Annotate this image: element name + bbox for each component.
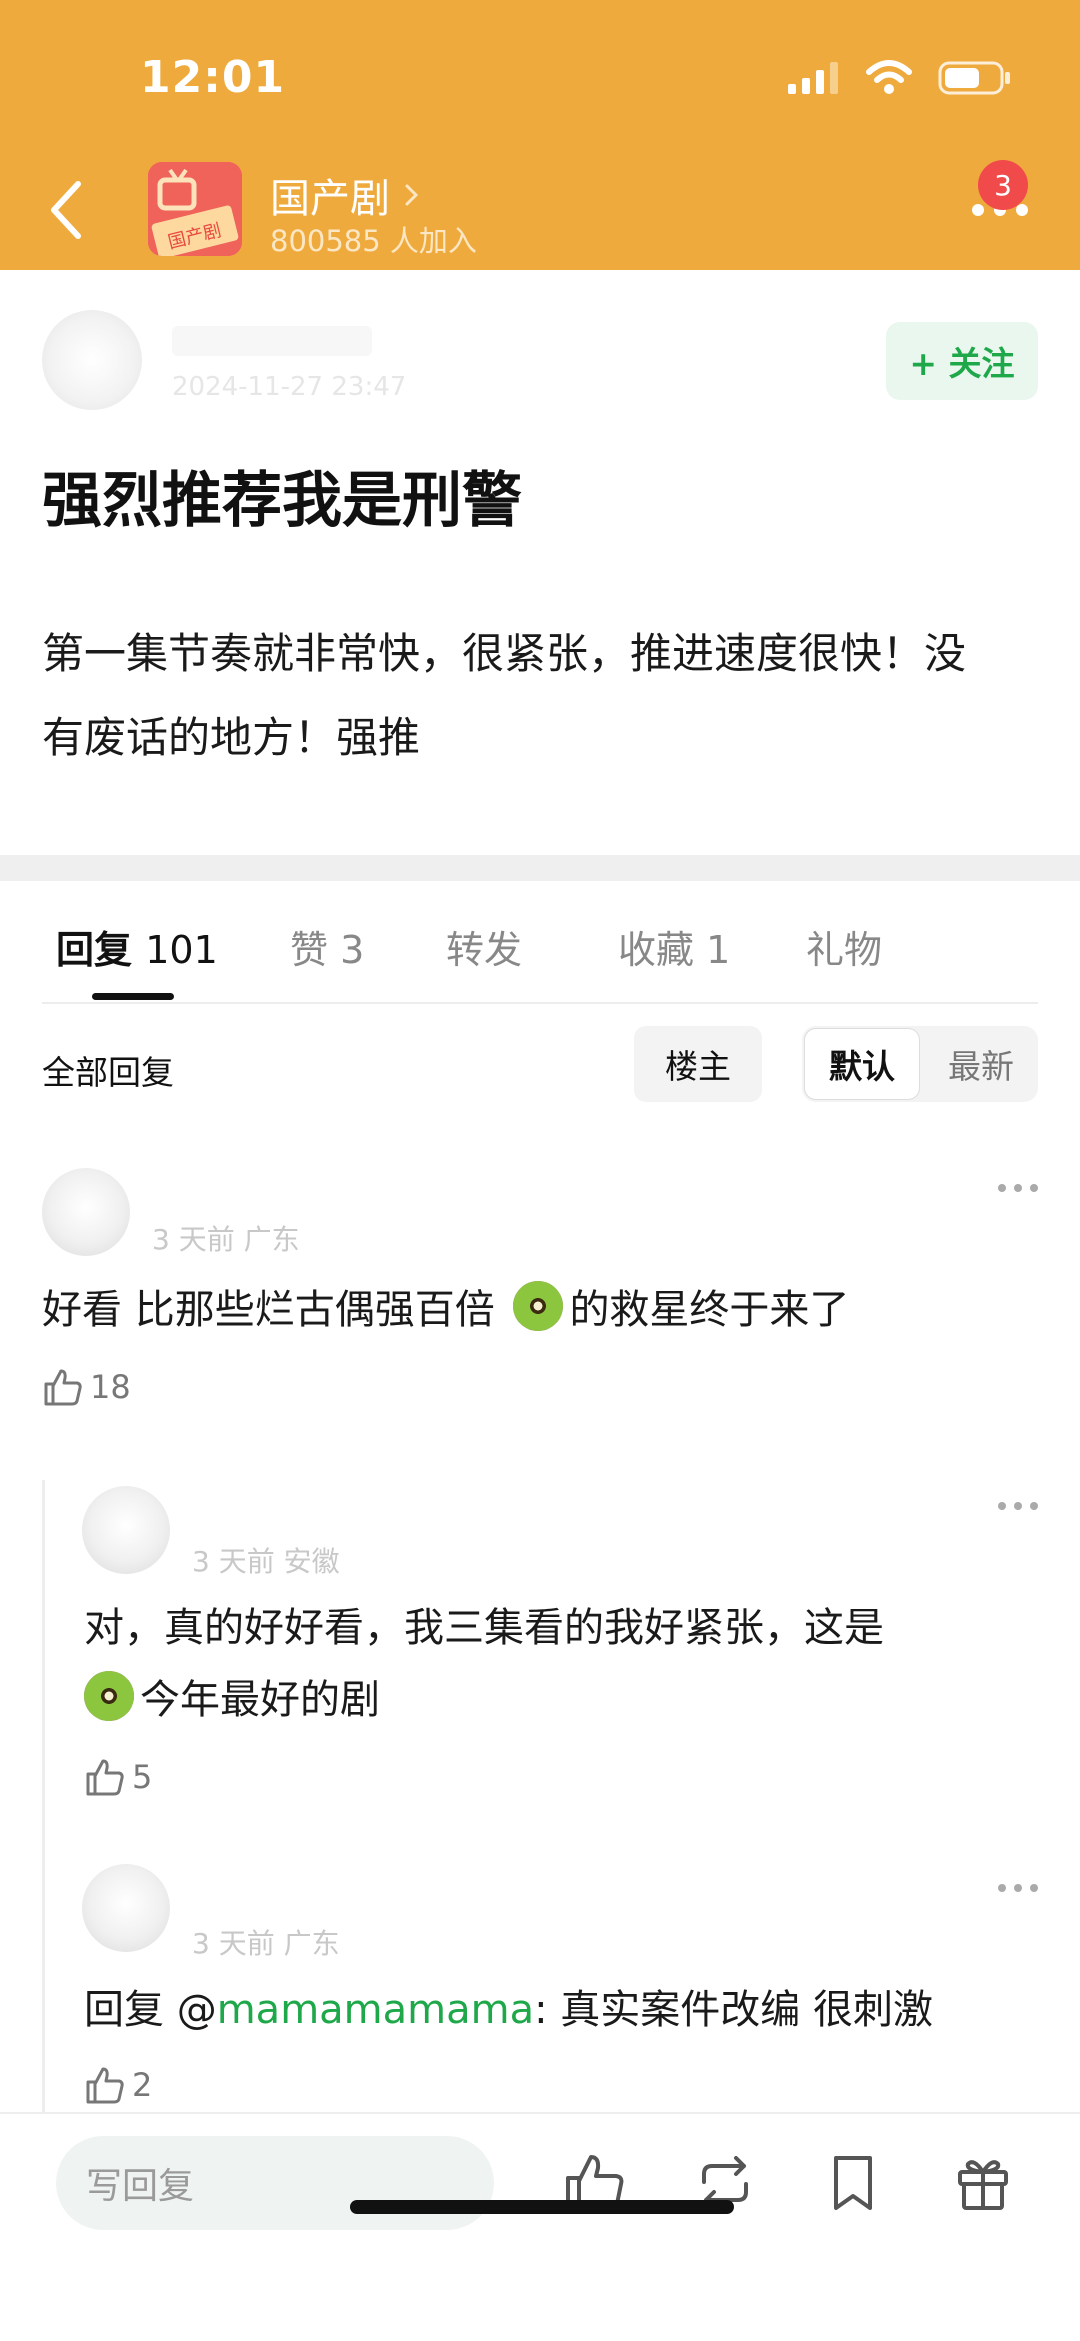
tab-active-indicator xyxy=(92,993,174,1000)
bottom-action-bar: 写回复 xyxy=(0,2112,1080,2341)
tab-gifts[interactable]: 礼物 xyxy=(806,919,882,974)
comment-more-icon[interactable] xyxy=(996,1182,1040,1194)
comment-like-count: 18 xyxy=(90,1368,131,1406)
group-member-count: 800585 人加入 xyxy=(270,224,477,258)
reply-like-button[interactable]: 5 xyxy=(84,1756,152,1798)
group-logo[interactable]: 国产剧 xyxy=(148,162,242,256)
thumbs-up-icon xyxy=(86,2067,124,2104)
author-avatar[interactable] xyxy=(42,310,142,410)
tabs-divider xyxy=(42,1002,1038,1004)
header-bar: 12:01 国产剧 国产剧 800585 人加入 3 xyxy=(0,0,1080,270)
reply-avatar[interactable] xyxy=(82,1864,170,1952)
thumbs-up-icon xyxy=(86,1759,124,1796)
kiwi-emoji-icon xyxy=(513,1281,564,1331)
thumbs-up-icon xyxy=(44,1369,82,1406)
reply-input[interactable]: 写回复 xyxy=(56,2136,494,2230)
follow-button[interactable]: + 关注 xyxy=(886,322,1038,400)
home-indicator xyxy=(350,2200,734,2214)
reply-more-icon[interactable] xyxy=(996,1500,1040,1512)
post-body: 第一集节奏就非常快，很紧张，推进速度很快！没有废话的地方！强推 xyxy=(42,629,967,762)
author-name-blurred[interactable] xyxy=(172,326,372,356)
reply-like-count: 5 xyxy=(132,1758,153,1796)
op-only-button[interactable]: 楼主 xyxy=(634,1026,762,1102)
section-divider xyxy=(0,855,1080,881)
back-chevron-icon[interactable] xyxy=(40,170,100,250)
group-title-link[interactable]: 国产剧 xyxy=(270,166,422,224)
reply-text: 对，真的好好看，我三集看的我好紧张，这是 今年最好的剧 xyxy=(84,1605,884,1723)
post-title: 强烈推荐我是刑警 xyxy=(42,466,522,536)
comment-avatar[interactable] xyxy=(42,1168,130,1256)
reply-thread-line xyxy=(42,1480,45,2120)
status-icons xyxy=(786,60,1012,96)
sort-toggle: 默认 最新 xyxy=(802,1026,1038,1102)
reply-like-button[interactable]: 2 xyxy=(84,2064,152,2106)
bookmark-icon[interactable] xyxy=(818,2148,888,2218)
battery-icon xyxy=(938,61,1010,95)
wifi-icon xyxy=(866,60,912,94)
all-replies-label: 全部回复 xyxy=(42,1053,174,1092)
comment-like-button[interactable]: 18 xyxy=(42,1366,131,1408)
tab-replies[interactable]: 回复 101 xyxy=(56,919,218,974)
tab-likes[interactable]: 赞 3 xyxy=(290,919,364,974)
post-tabs: 回复 101 赞 3 转发 收藏 1 礼物 xyxy=(0,905,1080,1000)
signal-icon xyxy=(788,62,838,94)
post-date: 2024-11-27 23:47 xyxy=(172,372,407,402)
notification-badge: 3 xyxy=(978,160,1028,210)
reply-meta: 3 天前 广东 xyxy=(192,1927,340,1960)
tab-reposts[interactable]: 转发 xyxy=(446,919,522,974)
tv-logo-icon: 国产剧 xyxy=(148,162,242,256)
reply-more-icon[interactable] xyxy=(996,1882,1040,1894)
sort-default-button[interactable]: 默认 xyxy=(804,1028,920,1100)
group-title: 国产剧 xyxy=(270,176,390,222)
comment-meta: 3 天前 广东 xyxy=(152,1223,300,1256)
user-mention[interactable]: mamamamama xyxy=(217,1987,534,2033)
reply-meta: 3 天前 安徽 xyxy=(192,1545,340,1578)
chevron-right-icon xyxy=(405,184,419,206)
status-time: 12:01 xyxy=(140,52,286,103)
sort-newest-button[interactable]: 最新 xyxy=(926,1028,1036,1100)
reply-like-count: 2 xyxy=(132,2066,153,2104)
comment-text: 好看 比那些烂古偶强百倍 的救星终于来了 xyxy=(42,1274,849,1346)
kiwi-emoji-icon xyxy=(84,1671,134,1721)
tab-favorites[interactable]: 收藏 1 xyxy=(618,919,730,974)
reply-avatar[interactable] xyxy=(82,1486,170,1574)
gift-icon[interactable] xyxy=(948,2148,1018,2218)
reply-text: 回复 @mamamamama: 真实案件改编 很刺激 xyxy=(84,1987,934,2033)
